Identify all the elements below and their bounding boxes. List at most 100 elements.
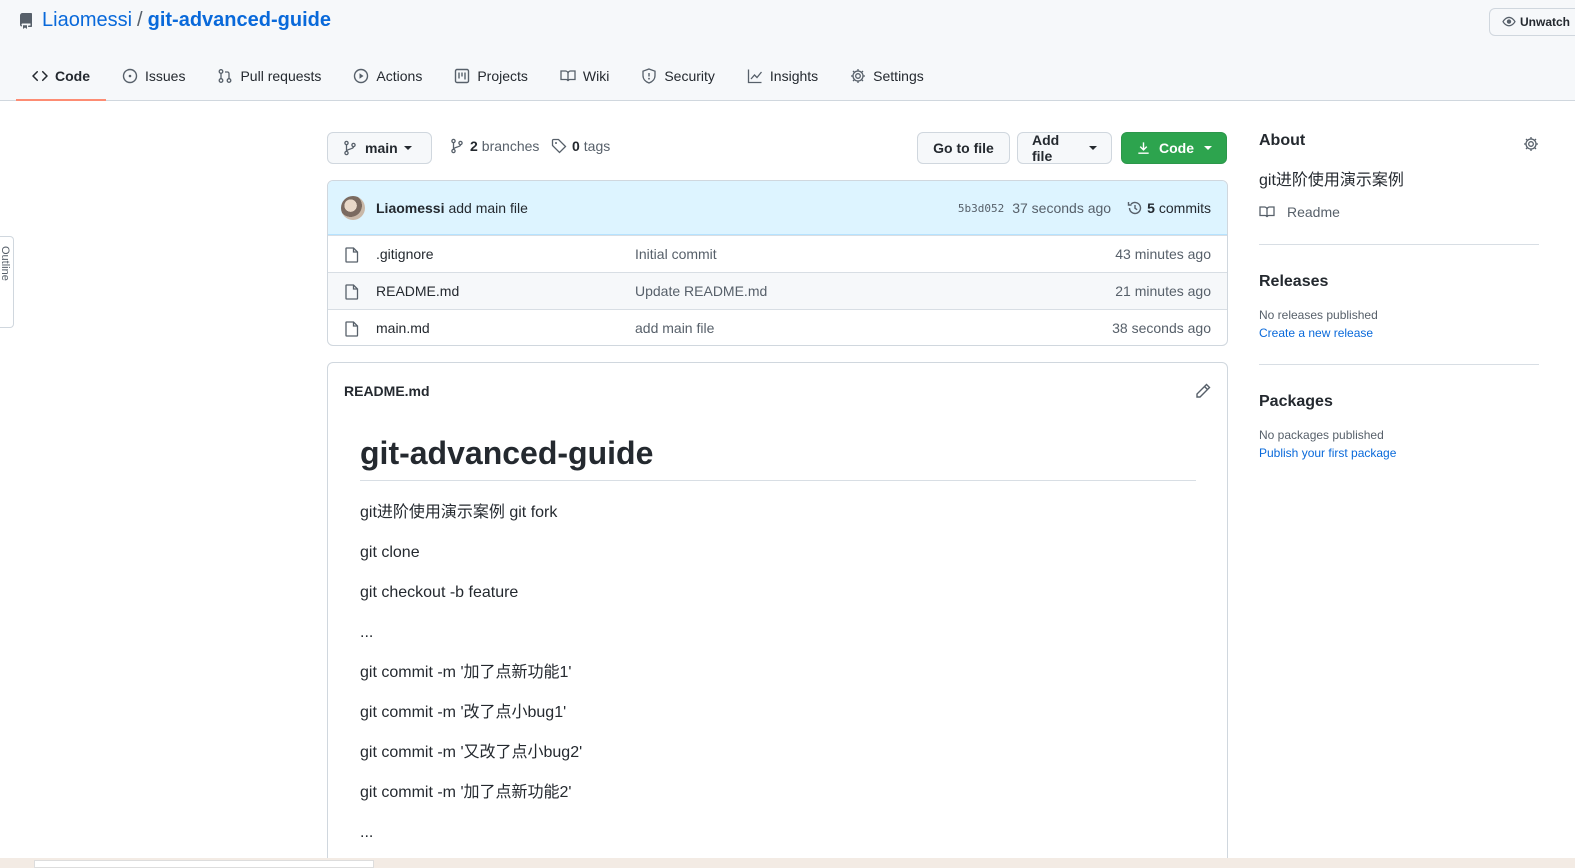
- file-name-link[interactable]: .gitignore: [376, 246, 434, 262]
- tab-pull-requests[interactable]: Pull requests: [201, 52, 337, 100]
- create-release-link[interactable]: Create a new release: [1259, 326, 1539, 340]
- tab-issues[interactable]: Issues: [106, 52, 201, 100]
- book-icon: [560, 70, 576, 82]
- tab-label: Wiki: [582, 68, 610, 84]
- code-button-label: Code: [1159, 140, 1194, 156]
- play-icon: [354, 68, 369, 84]
- tab-label: Pull requests: [240, 68, 322, 84]
- repo-separator: /: [137, 9, 143, 31]
- about-title: About: [1259, 132, 1306, 149]
- tags-link[interactable]: 0 tags: [551, 138, 610, 154]
- commit-sha-link[interactable]: 5b3d052: [958, 202, 1004, 215]
- readme-line: ...: [360, 824, 374, 841]
- tab-actions[interactable]: Actions: [337, 52, 438, 100]
- code-icon: [32, 70, 48, 82]
- readme-header: README.md: [328, 363, 1227, 419]
- file-row[interactable]: main.md add main file 38 seconds ago: [328, 309, 1227, 345]
- shield-icon: [642, 68, 656, 84]
- readme-line: git commit -m '又改了点小bug2': [360, 744, 583, 761]
- file-icon: [345, 284, 359, 300]
- tab-label: Projects: [477, 68, 528, 84]
- bottom-strip: [0, 858, 1575, 868]
- tab-security[interactable]: Security: [625, 52, 731, 100]
- repo-owner-link[interactable]: Liaomessi: [42, 9, 132, 32]
- repo-name-link[interactable]: git-advanced-guide: [148, 9, 331, 32]
- bottom-bar-segment: [34, 860, 374, 868]
- avatar[interactable]: [341, 195, 365, 220]
- readme-line: git checkout -b feature: [360, 584, 519, 601]
- readme-line: git commit -m '加了点新功能1': [360, 664, 572, 681]
- branches-link[interactable]: 2 branches: [449, 138, 539, 154]
- tab-wiki[interactable]: Wiki: [544, 52, 625, 100]
- issue-icon: [122, 68, 138, 84]
- tab-label: Insights: [769, 68, 819, 84]
- pencil-icon[interactable]: [1195, 383, 1211, 399]
- tab-projects[interactable]: Projects: [438, 52, 544, 100]
- branches-label: branches: [481, 138, 540, 154]
- repo-nav: Code Issues Pull requests Actions Projec…: [16, 52, 940, 101]
- tab-code[interactable]: Code: [16, 52, 106, 101]
- publish-package-link[interactable]: Publish your first package: [1259, 446, 1539, 460]
- packages-title[interactable]: Packages: [1259, 393, 1539, 411]
- commit-message-link[interactable]: add main file: [448, 200, 527, 216]
- sidebar-divider: [1259, 364, 1539, 365]
- packages-section: Packages No packages published Publish y…: [1259, 393, 1539, 460]
- file-name-link[interactable]: main.md: [376, 320, 430, 336]
- tab-insights[interactable]: Insights: [731, 52, 834, 100]
- eye-icon: [1502, 16, 1516, 27]
- readme-title: git-advanced-guide: [360, 435, 1196, 481]
- file-list-box: Liaomessi add main file 5b3d052 37 secon…: [327, 180, 1228, 346]
- tab-settings[interactable]: Settings: [834, 52, 940, 100]
- packages-empty-text: No packages published: [1259, 428, 1384, 442]
- file-commit-message[interactable]: add main file: [635, 320, 714, 336]
- file-commit-message[interactable]: Initial commit: [635, 246, 717, 262]
- pull-request-icon: [219, 69, 232, 83]
- releases-empty-text: No releases published: [1259, 308, 1378, 322]
- readme-line: ...: [360, 624, 374, 641]
- download-icon: [1138, 142, 1149, 154]
- tags-count: 0: [572, 138, 580, 154]
- unwatch-button[interactable]: Unwatch: [1489, 8, 1575, 36]
- file-icon: [345, 321, 359, 337]
- file-row[interactable]: README.md Update README.md 21 minutes ag…: [328, 272, 1227, 309]
- file-commit-time: 43 minutes ago: [1115, 246, 1211, 262]
- latest-commit-bar: Liaomessi add main file 5b3d052 37 secon…: [328, 181, 1227, 235]
- branch-icon: [451, 138, 463, 154]
- tag-icon: [551, 138, 567, 154]
- branch-select-button[interactable]: main: [327, 132, 432, 164]
- go-to-file-button[interactable]: Go to file: [917, 132, 1010, 164]
- repo-icon: [19, 12, 32, 29]
- file-commit-time: 38 seconds ago: [1112, 320, 1211, 336]
- readme-line: git进阶使用演示案例 git fork: [360, 504, 558, 521]
- commit-time: 37 seconds ago: [1012, 200, 1112, 216]
- commits-history-link[interactable]: 5 commits: [1127, 200, 1211, 216]
- tab-label: Security: [664, 68, 715, 84]
- chevron-down-icon: [403, 146, 412, 150]
- code-button[interactable]: Code: [1121, 132, 1227, 164]
- gear-icon[interactable]: [1523, 136, 1539, 152]
- unwatch-label: Unwatch: [1520, 15, 1571, 29]
- readme-link[interactable]: Readme: [1259, 204, 1539, 220]
- tab-label: Code: [55, 68, 90, 84]
- file-row[interactable]: .gitignore Initial commit 43 minutes ago: [328, 235, 1227, 272]
- readme-line: git commit -m '加了点新功能2': [360, 784, 572, 801]
- commits-label: commits: [1158, 200, 1211, 216]
- file-commit-message[interactable]: Update README.md: [635, 283, 767, 299]
- go-to-file-label: Go to file: [933, 140, 994, 156]
- chevron-down-icon: [1204, 146, 1212, 150]
- file-name-link[interactable]: README.md: [376, 283, 459, 299]
- readme-filename[interactable]: README.md: [344, 383, 430, 399]
- readme-line: git clone: [360, 544, 420, 561]
- add-file-button[interactable]: Add file: [1017, 132, 1112, 164]
- commit-author-link[interactable]: Liaomessi: [376, 200, 444, 216]
- releases-title[interactable]: Releases: [1259, 273, 1539, 291]
- branch-name: main: [365, 140, 398, 156]
- add-file-label: Add file: [1032, 132, 1060, 164]
- outline-tab[interactable]: Outline: [0, 236, 14, 328]
- repo-title: Liaomessi / git-advanced-guide: [18, 9, 331, 32]
- book-icon: [1259, 206, 1275, 218]
- history-icon: [1127, 201, 1142, 215]
- releases-section: Releases No releases published Create a …: [1259, 273, 1539, 340]
- chevron-down-icon: [1089, 146, 1097, 150]
- tab-label: Settings: [873, 68, 924, 84]
